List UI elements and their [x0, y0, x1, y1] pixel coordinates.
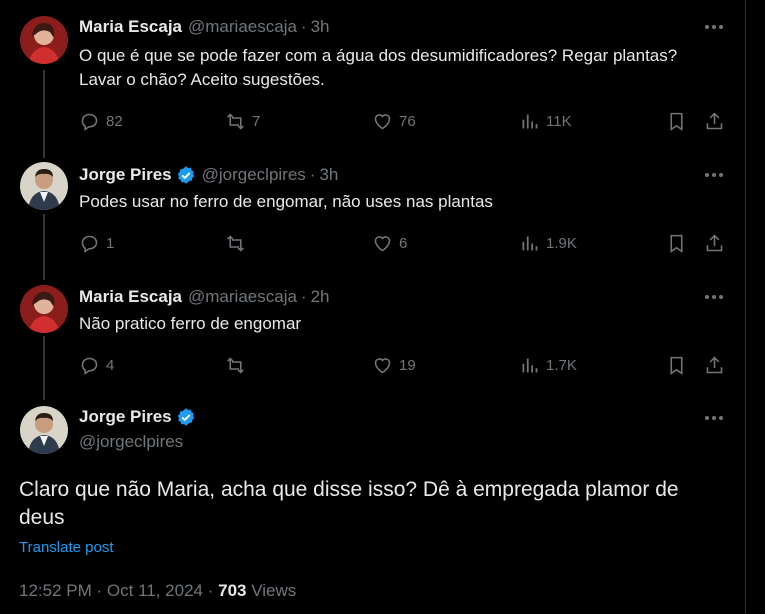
more-icon[interactable]	[703, 408, 725, 428]
retweet-button[interactable]: 7	[225, 109, 260, 133]
views-count: 11K	[546, 112, 572, 130]
views-button[interactable]: 11K	[519, 109, 572, 133]
share-icon	[706, 112, 723, 129]
share-icon	[706, 356, 723, 373]
like-button[interactable]: 6	[372, 231, 407, 255]
reply-icon	[81, 357, 98, 375]
retweet-button[interactable]	[225, 353, 252, 377]
like-count: 76	[399, 112, 416, 130]
timestamp[interactable]: 2h	[311, 286, 330, 308]
share-button[interactable]	[704, 353, 725, 377]
reply-icon	[81, 235, 98, 253]
tweet[interactable]: Jorge Pires @jorgeclpires · 3h Podes usa…	[0, 150, 745, 275]
views-icon	[522, 236, 538, 250]
retweet-icon	[227, 356, 244, 374]
retweet-count: 7	[252, 112, 261, 130]
avatar[interactable]	[20, 406, 68, 454]
views-count: 1.9K	[546, 234, 577, 252]
like-icon	[374, 235, 391, 251]
post-date[interactable]: Oct 11, 2024	[107, 581, 203, 600]
tweet-meta: 12:52 PM · Oct 11, 2024 · 703 Views	[19, 581, 296, 601]
share-button[interactable]	[704, 231, 725, 255]
timestamp[interactable]: 3h	[311, 16, 330, 38]
bookmark-icon	[670, 112, 683, 131]
author-handle[interactable]: @jorgeclpires	[202, 164, 306, 186]
author-name[interactable]: Jorge Pires	[79, 407, 172, 427]
retweet-button[interactable]	[225, 231, 252, 255]
reply-count: 4	[106, 356, 115, 374]
views-icon	[522, 358, 538, 372]
tweet[interactable]: Maria Escaja @mariaescaja · 3h O que é q…	[0, 0, 745, 150]
author-name[interactable]: Maria Escaja	[79, 16, 182, 38]
bookmark-button[interactable]	[666, 353, 687, 377]
author-name[interactable]: Maria Escaja	[79, 286, 182, 308]
separator: ·	[300, 287, 307, 306]
share-icon	[706, 234, 723, 251]
reply-count: 82	[106, 112, 123, 130]
bookmark-button[interactable]	[666, 231, 687, 255]
like-icon	[374, 113, 391, 129]
like-button[interactable]: 19	[372, 353, 416, 377]
tweet-text: Podes usar no ferro de engomar, não uses…	[79, 192, 493, 211]
avatar[interactable]	[20, 16, 68, 64]
views-count: 1.7K	[546, 356, 577, 374]
tweet-header: Jorge Pires @jorgeclpires · 3h	[79, 164, 338, 186]
action-bar: 82 7 76 11K	[79, 109, 729, 133]
translate-post-link[interactable]: Translate post	[19, 539, 114, 556]
reply-button[interactable]: 4	[79, 353, 114, 377]
action-bar: 1 6 1.9K	[79, 231, 729, 255]
separator: ·	[96, 581, 103, 600]
more-icon[interactable]	[703, 287, 725, 307]
views-icon	[522, 114, 538, 128]
separator: ·	[309, 165, 316, 184]
views-label: Views	[251, 581, 297, 600]
tweet[interactable]: Maria Escaja @mariaescaja · 2h Não prati…	[0, 275, 745, 400]
action-bar: 4 19 1.7K	[79, 353, 729, 377]
verified-badge-icon	[177, 166, 194, 184]
reply-icon	[81, 113, 98, 131]
verified-badge-icon	[177, 408, 194, 426]
reply-count: 1	[106, 234, 115, 252]
column-border	[745, 0, 746, 614]
more-icon[interactable]	[703, 165, 725, 185]
like-button[interactable]: 76	[372, 109, 416, 133]
retweet-icon	[227, 112, 244, 130]
tweet-header: Maria Escaja @mariaescaja · 2h	[79, 286, 330, 308]
author-handle[interactable]: @jorgeclpires	[79, 432, 183, 452]
tweet-header: Maria Escaja @mariaescaja · 3h	[79, 16, 330, 38]
like-icon	[374, 357, 391, 373]
author-handle[interactable]: @mariaescaja	[188, 286, 297, 308]
separator: ·	[207, 581, 214, 600]
reply-button[interactable]: 1	[79, 231, 114, 255]
avatar[interactable]	[20, 285, 68, 333]
author-name[interactable]: Jorge Pires	[79, 164, 172, 186]
avatar[interactable]	[20, 162, 68, 210]
main-tweet-text: Claro que não Maria, acha que disse isso…	[19, 478, 679, 529]
author-handle[interactable]: @mariaescaja	[188, 16, 297, 38]
like-count: 6	[399, 234, 408, 252]
post-time[interactable]: 12:52 PM	[19, 581, 92, 600]
views-button[interactable]: 1.7K	[519, 353, 577, 377]
bookmark-icon	[670, 356, 683, 375]
more-icon[interactable]	[703, 17, 725, 37]
separator: ·	[300, 17, 307, 36]
tweet-text: O que é que se pode fazer com a água dos…	[79, 46, 678, 89]
reply-button[interactable]: 82	[79, 109, 123, 133]
tweet-text: Não pratico ferro de engomar	[79, 314, 302, 333]
main-tweet-header: Jorge Pires	[79, 407, 196, 427]
retweet-icon	[227, 234, 244, 252]
bookmark-button[interactable]	[666, 109, 687, 133]
bookmark-icon	[670, 234, 683, 253]
like-count: 19	[399, 356, 416, 374]
share-button[interactable]	[704, 109, 725, 133]
timestamp[interactable]: 3h	[319, 164, 338, 186]
views-button[interactable]: 1.9K	[519, 231, 577, 255]
views-total: 703	[218, 581, 247, 600]
